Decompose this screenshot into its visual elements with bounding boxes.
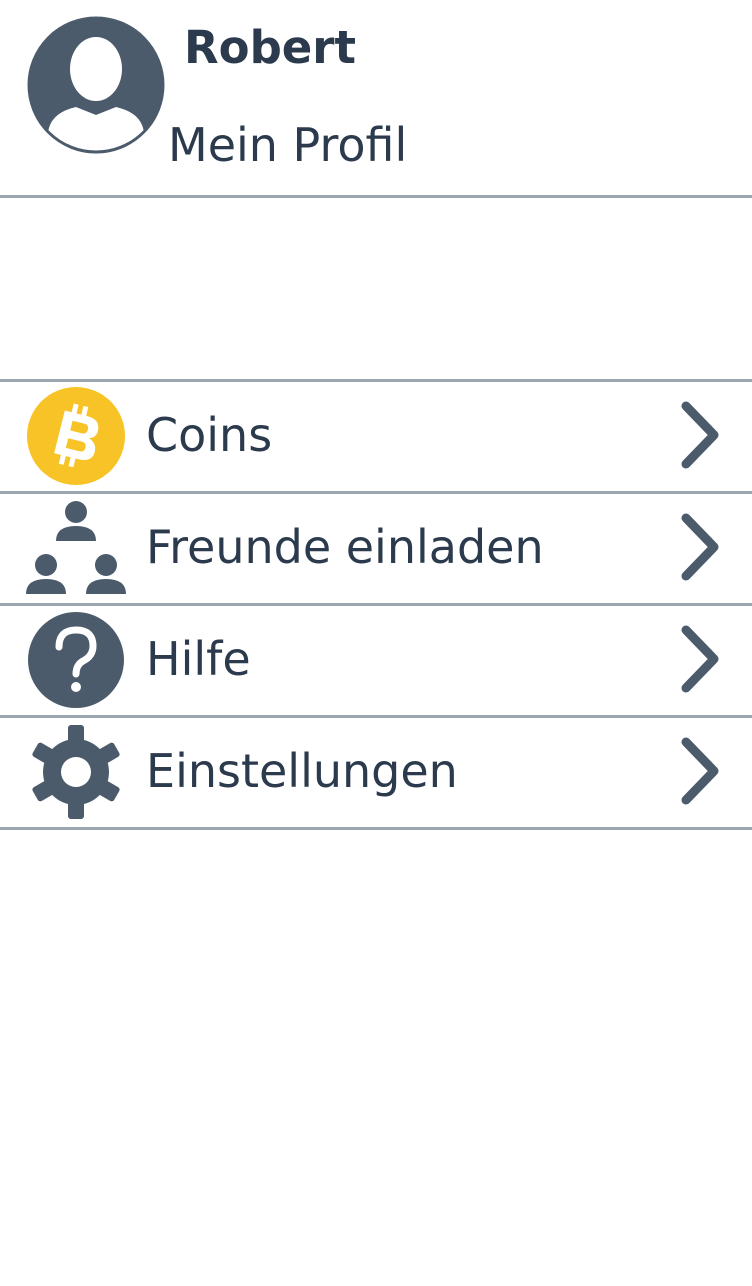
menu-item-settings[interactable]: Einstellungen: [0, 715, 752, 830]
menu-item-invite-friends[interactable]: Freunde einladen: [0, 491, 752, 603]
user-avatar-icon[interactable]: [26, 15, 166, 155]
bitcoin-icon: [26, 386, 126, 486]
profile-header: Robert Mein Profil: [0, 0, 752, 196]
chevron-right-icon: [676, 624, 726, 694]
menu-label-help: Hilfe: [146, 632, 251, 686]
menu-item-help[interactable]: Hilfe: [0, 603, 752, 715]
menu-label-settings: Einstellungen: [146, 744, 458, 798]
menu-label-coins: Coins: [146, 408, 273, 462]
profile-divider: [0, 195, 752, 198]
help-icon: [26, 610, 126, 710]
invite-friends-icon: [26, 498, 126, 598]
menu-item-coins[interactable]: Coins: [0, 379, 752, 491]
user-name: Robert: [184, 21, 357, 74]
settings-icon: [26, 722, 126, 822]
chevron-right-icon: [676, 512, 726, 582]
menu-label-invite-friends: Freunde einladen: [146, 520, 544, 574]
my-profile-link[interactable]: Mein Profil: [168, 112, 407, 178]
menu-list: Coins Freunde einladen Hilfe Einstellung…: [0, 379, 752, 830]
chevron-right-icon: [676, 736, 726, 806]
chevron-right-icon: [676, 400, 726, 470]
